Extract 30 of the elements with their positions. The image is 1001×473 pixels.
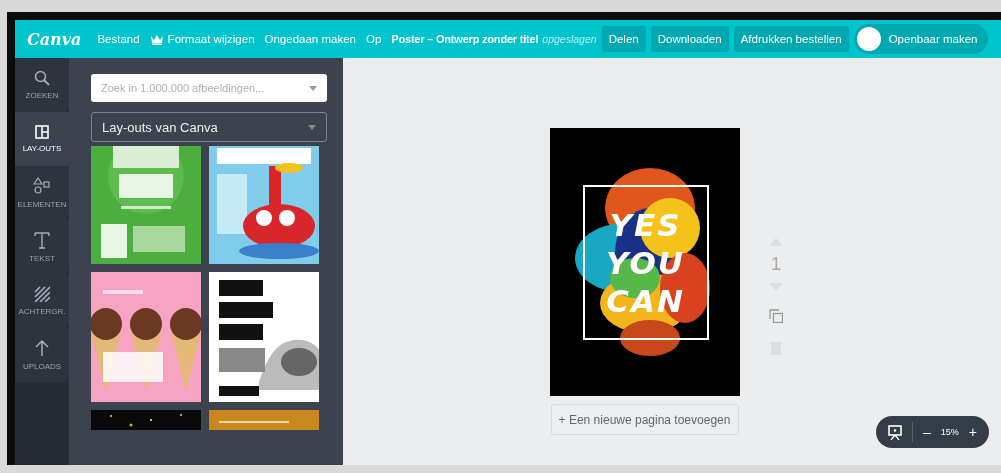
hatch-icon xyxy=(34,286,50,302)
upload-icon xyxy=(35,339,49,357)
toolbar-button[interactable]: Delen xyxy=(601,26,646,52)
poster-headline: CAN xyxy=(606,281,685,320)
caret-icon xyxy=(308,124,316,130)
sidebar-tab[interactable]: ZOEKEN xyxy=(15,58,69,112)
public-toggle[interactable]: Openbaar maken xyxy=(853,24,988,54)
zoom-out-button[interactable]: – xyxy=(923,424,931,440)
shapes-icon xyxy=(33,177,51,195)
sidebar-tab[interactable]: LAY-OUTS xyxy=(15,112,69,166)
text-icon xyxy=(34,231,50,249)
presentation-icon[interactable] xyxy=(888,424,902,440)
search-field[interactable]: Zoek in 1.000.000 afbeeldingen... xyxy=(91,74,327,102)
page-number: 1 xyxy=(771,254,781,275)
copy-icon[interactable] xyxy=(769,309,783,323)
sidebar-tab[interactable]: UPLOADS xyxy=(15,328,69,382)
sidebar-tab[interactable]: ELEMENTEN xyxy=(15,166,69,220)
toolbar-button[interactable]: Downloaden xyxy=(650,26,729,52)
sidebar-tab[interactable]: TEKST xyxy=(15,220,69,274)
toolbar-button[interactable]: Afdrukken bestellen xyxy=(733,26,849,52)
add-page-button[interactable]: + Een nieuwe pagina toevoegen xyxy=(550,404,739,435)
zoom-level: 15% xyxy=(940,427,959,437)
layout-dropdown[interactable]: Lay-outs van Canva xyxy=(91,112,327,142)
layout-icon xyxy=(35,125,49,139)
sidebar-tab[interactable]: ACHTERGR. xyxy=(15,274,69,328)
save-status: opgeslagen xyxy=(542,33,597,45)
crown-icon xyxy=(149,33,164,45)
zoom-in-button[interactable]: + xyxy=(968,424,977,440)
search-icon xyxy=(34,70,50,86)
caret-icon xyxy=(309,86,317,91)
